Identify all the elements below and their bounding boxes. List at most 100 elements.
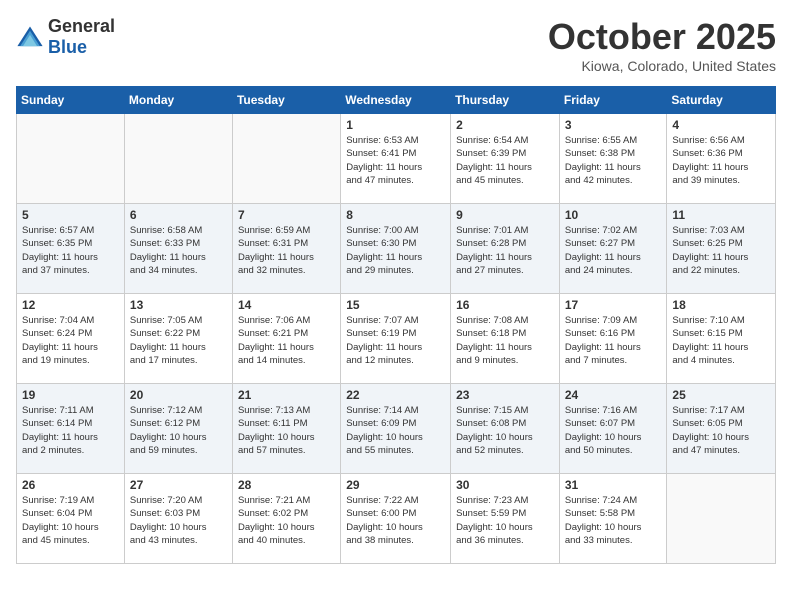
day-number: 30 — [456, 478, 554, 492]
calendar-cell: 13 Sunrise: 7:05 AM Sunset: 6:22 PM Dayli… — [124, 294, 232, 384]
day-number: 13 — [130, 298, 227, 312]
day-number: 1 — [346, 118, 445, 132]
day-number: 29 — [346, 478, 445, 492]
cell-content: Sunrise: 6:56 AM Sunset: 6:36 PM Dayligh… — [672, 134, 770, 187]
day-number: 7 — [238, 208, 335, 222]
day-number: 31 — [565, 478, 662, 492]
cell-content: Sunrise: 7:11 AM Sunset: 6:14 PM Dayligh… — [22, 404, 119, 457]
title-section: October 2025 Kiowa, Colorado, United Sta… — [548, 16, 776, 74]
calendar-cell: 27 Sunrise: 7:20 AM Sunset: 6:03 PM Dayli… — [124, 474, 232, 564]
calendar-cell: 7 Sunrise: 6:59 AM Sunset: 6:31 PM Daylig… — [232, 204, 340, 294]
cell-content: Sunrise: 6:59 AM Sunset: 6:31 PM Dayligh… — [238, 224, 335, 277]
calendar-cell: 25Sunrise: 7:17 AM Sunset: 6:05 PM Dayli… — [667, 384, 776, 474]
cell-content: Sunrise: 7:06 AM Sunset: 6:21 PM Dayligh… — [238, 314, 335, 367]
cell-content: Sunrise: 7:02 AM Sunset: 6:27 PM Dayligh… — [565, 224, 662, 277]
calendar-cell — [667, 474, 776, 564]
calendar-cell: 5 Sunrise: 6:57 AM Sunset: 6:35 PM Daylig… — [17, 204, 125, 294]
cell-content: Sunrise: 7:15 AM Sunset: 6:08 PM Dayligh… — [456, 404, 554, 457]
calendar-cell: 4 Sunrise: 6:56 AM Sunset: 6:36 PM Daylig… — [667, 114, 776, 204]
calendar-body: 1 Sunrise: 6:53 AM Sunset: 6:41 PM Daylig… — [17, 114, 776, 564]
cell-content: Sunrise: 7:20 AM Sunset: 6:03 PM Dayligh… — [130, 494, 227, 547]
calendar-cell: 15 Sunrise: 7:07 AM Sunset: 6:19 PM Dayli… — [341, 294, 451, 384]
day-number: 18 — [672, 298, 770, 312]
calendar-cell: 29Sunrise: 7:22 AM Sunset: 6:00 PM Dayli… — [341, 474, 451, 564]
cell-content: Sunrise: 6:57 AM Sunset: 6:35 PM Dayligh… — [22, 224, 119, 277]
cell-content: Sunrise: 6:58 AM Sunset: 6:33 PM Dayligh… — [130, 224, 227, 277]
calendar-week-1: 1 Sunrise: 6:53 AM Sunset: 6:41 PM Daylig… — [17, 114, 776, 204]
day-number: 10 — [565, 208, 662, 222]
calendar-week-3: 12Sunrise: 7:04 AM Sunset: 6:24 PM Dayli… — [17, 294, 776, 384]
cell-content: Sunrise: 7:09 AM Sunset: 6:16 PM Dayligh… — [565, 314, 662, 367]
calendar-cell: 10 Sunrise: 7:02 AM Sunset: 6:27 PM Dayli… — [559, 204, 667, 294]
cell-content: Sunrise: 7:16 AM Sunset: 6:07 PM Dayligh… — [565, 404, 662, 457]
day-number: 28 — [238, 478, 335, 492]
logo-icon — [16, 25, 44, 49]
calendar-cell: 9 Sunrise: 7:01 AM Sunset: 6:28 PM Daylig… — [451, 204, 560, 294]
cell-content: Sunrise: 7:12 AM Sunset: 6:12 PM Dayligh… — [130, 404, 227, 457]
cell-content: Sunrise: 7:00 AM Sunset: 6:30 PM Dayligh… — [346, 224, 445, 277]
col-saturday: Saturday — [667, 87, 776, 114]
col-sunday: Sunday — [17, 87, 125, 114]
col-monday: Monday — [124, 87, 232, 114]
day-number: 2 — [456, 118, 554, 132]
calendar-week-5: 26Sunrise: 7:19 AM Sunset: 6:04 PM Dayli… — [17, 474, 776, 564]
cell-content: Sunrise: 7:03 AM Sunset: 6:25 PM Dayligh… — [672, 224, 770, 277]
cell-content: Sunrise: 7:08 AM Sunset: 6:18 PM Dayligh… — [456, 314, 554, 367]
day-number: 20 — [130, 388, 227, 402]
day-number: 17 — [565, 298, 662, 312]
calendar-cell: 23Sunrise: 7:15 AM Sunset: 6:08 PM Dayli… — [451, 384, 560, 474]
calendar-cell — [124, 114, 232, 204]
day-number: 16 — [456, 298, 554, 312]
day-number: 5 — [22, 208, 119, 222]
day-number: 11 — [672, 208, 770, 222]
logo-general: General — [48, 16, 115, 36]
day-number: 15 — [346, 298, 445, 312]
calendar-table: Sunday Monday Tuesday Wednesday Thursday… — [16, 86, 776, 564]
calendar-cell: 31Sunrise: 7:24 AM Sunset: 5:58 PM Dayli… — [559, 474, 667, 564]
logo-blue: Blue — [48, 37, 87, 57]
cell-content: Sunrise: 7:13 AM Sunset: 6:11 PM Dayligh… — [238, 404, 335, 457]
calendar-cell: 11 Sunrise: 7:03 AM Sunset: 6:25 PM Dayli… — [667, 204, 776, 294]
calendar-cell: 6Sunrise: 6:58 AM Sunset: 6:33 PM Daylig… — [124, 204, 232, 294]
day-number: 3 — [565, 118, 662, 132]
calendar-cell — [17, 114, 125, 204]
cell-content: Sunrise: 7:05 AM Sunset: 6:22 PM Dayligh… — [130, 314, 227, 367]
calendar-cell: 1 Sunrise: 6:53 AM Sunset: 6:41 PM Daylig… — [341, 114, 451, 204]
cell-content: Sunrise: 6:53 AM Sunset: 6:41 PM Dayligh… — [346, 134, 445, 187]
calendar-cell: 12Sunrise: 7:04 AM Sunset: 6:24 PM Dayli… — [17, 294, 125, 384]
logo-text: General Blue — [48, 16, 115, 58]
day-number: 14 — [238, 298, 335, 312]
calendar-cell: 20 Sunrise: 7:12 AM Sunset: 6:12 PM Dayli… — [124, 384, 232, 474]
calendar-cell: 17 Sunrise: 7:09 AM Sunset: 6:16 PM Dayli… — [559, 294, 667, 384]
cell-content: Sunrise: 7:14 AM Sunset: 6:09 PM Dayligh… — [346, 404, 445, 457]
col-tuesday: Tuesday — [232, 87, 340, 114]
day-number: 19 — [22, 388, 119, 402]
cell-content: Sunrise: 7:07 AM Sunset: 6:19 PM Dayligh… — [346, 314, 445, 367]
calendar-cell: 14 Sunrise: 7:06 AM Sunset: 6:21 PM Dayli… — [232, 294, 340, 384]
cell-content: Sunrise: 7:10 AM Sunset: 6:15 PM Dayligh… — [672, 314, 770, 367]
day-number: 8 — [346, 208, 445, 222]
calendar-cell: 8 Sunrise: 7:00 AM Sunset: 6:30 PM Daylig… — [341, 204, 451, 294]
calendar-cell: 3Sunrise: 6:55 AM Sunset: 6:38 PM Daylig… — [559, 114, 667, 204]
day-number: 22 — [346, 388, 445, 402]
calendar-cell: 30Sunrise: 7:23 AM Sunset: 5:59 PM Dayli… — [451, 474, 560, 564]
calendar-header: Sunday Monday Tuesday Wednesday Thursday… — [17, 87, 776, 114]
calendar-cell: 28 Sunrise: 7:21 AM Sunset: 6:02 PM Dayli… — [232, 474, 340, 564]
day-number: 26 — [22, 478, 119, 492]
day-number: 4 — [672, 118, 770, 132]
calendar-week-4: 19 Sunrise: 7:11 AM Sunset: 6:14 PM Dayli… — [17, 384, 776, 474]
col-friday: Friday — [559, 87, 667, 114]
weekday-row: Sunday Monday Tuesday Wednesday Thursday… — [17, 87, 776, 114]
cell-content: Sunrise: 7:21 AM Sunset: 6:02 PM Dayligh… — [238, 494, 335, 547]
location: Kiowa, Colorado, United States — [548, 58, 776, 74]
calendar-cell: 18 Sunrise: 7:10 AM Sunset: 6:15 PM Dayli… — [667, 294, 776, 384]
calendar-cell: 22 Sunrise: 7:14 AM Sunset: 6:09 PM Dayli… — [341, 384, 451, 474]
cell-content: Sunrise: 7:01 AM Sunset: 6:28 PM Dayligh… — [456, 224, 554, 277]
calendar-cell: 24Sunrise: 7:16 AM Sunset: 6:07 PM Dayli… — [559, 384, 667, 474]
day-number: 9 — [456, 208, 554, 222]
cell-content: Sunrise: 7:04 AM Sunset: 6:24 PM Dayligh… — [22, 314, 119, 367]
calendar-cell — [232, 114, 340, 204]
day-number: 27 — [130, 478, 227, 492]
calendar-week-2: 5 Sunrise: 6:57 AM Sunset: 6:35 PM Daylig… — [17, 204, 776, 294]
calendar-cell: 2Sunrise: 6:54 AM Sunset: 6:39 PM Daylig… — [451, 114, 560, 204]
